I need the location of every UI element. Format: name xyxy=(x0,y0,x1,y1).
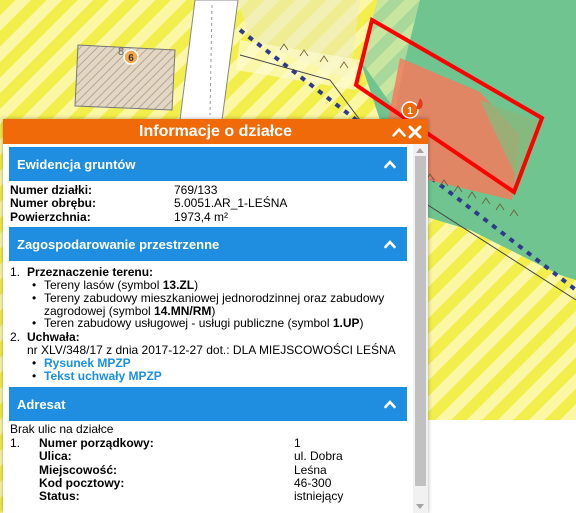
info-row: Numer obrębu: 5.0051.AR_1-LEŚNA xyxy=(10,196,413,211)
chevron-up-icon[interactable] xyxy=(384,159,396,169)
address-row: 1. Numer porządkowy: 1 xyxy=(10,435,413,450)
close-icon[interactable] xyxy=(407,124,422,139)
scrollbar-thumb[interactable] xyxy=(415,156,426,486)
section-adresat-header[interactable]: Adresat xyxy=(9,387,407,422)
row-value: 1973,4 m² xyxy=(174,209,229,224)
address-row: Miejscowość: Leśna xyxy=(10,462,413,477)
marker-1-label: 1 xyxy=(407,106,413,117)
map-marker-1[interactable]: 1 xyxy=(401,101,419,119)
section-ewidencja-header[interactable]: Ewidencja gruntów xyxy=(9,147,407,181)
marker-6-label: 6 xyxy=(128,53,134,64)
row-value: ul. Dobra xyxy=(294,449,343,464)
panel-content: Ewidencja gruntów Numer działki: 769/133… xyxy=(3,144,413,513)
list-number: 1. xyxy=(10,435,21,450)
row-label: Numer obrębu: xyxy=(10,196,97,211)
panel-title: Informacje o działce xyxy=(139,123,292,140)
chevron-up-icon[interactable] xyxy=(384,399,396,409)
address-note: Brak ulic na działce xyxy=(10,422,114,437)
section-zagospodarowanie-header[interactable]: Zagospodarowanie przestrzenne xyxy=(9,227,407,262)
list-item: Teren zabudowy usługowej - usługi public… xyxy=(27,317,413,330)
section-adresat-title: Adresat xyxy=(17,396,66,412)
scroll-up-icon[interactable] xyxy=(416,148,424,153)
row-value: 1 xyxy=(294,435,301,450)
row-value: 5.0051.AR_1-LEŚNA xyxy=(174,196,288,211)
address-row: Status: istniejący xyxy=(10,489,413,504)
row-label: Numer działki: xyxy=(10,183,93,197)
info-row: Powierzchnia: 1973,4 m² xyxy=(10,209,413,224)
row-label: Status: xyxy=(39,489,80,504)
address-row: Kod pocztowy: 46-300 xyxy=(10,476,413,491)
list-number: 2. xyxy=(10,330,21,345)
building-number: 8 xyxy=(118,46,124,58)
chevron-up-icon[interactable] xyxy=(391,124,406,139)
list-number: 1. xyxy=(10,265,21,280)
parcel-info-panel: Informacje o działce Ewidencja gruntów N… xyxy=(3,119,428,513)
resolution-links: Rysunek MPZP Tekst uchwały MPZP xyxy=(10,356,413,383)
chevron-up-icon[interactable] xyxy=(384,239,396,249)
row-value: 46-300 xyxy=(294,476,332,491)
map-marker-6[interactable]: 6 xyxy=(123,49,139,65)
ewidencja-rows: Numer działki: 769/133 Numer obrębu: 5.0… xyxy=(3,181,413,224)
row-label: Numer porządkowy: xyxy=(39,435,154,450)
row-label: Miejscowość: xyxy=(39,462,118,477)
adresat-content: Brak ulic na działce 1. Numer porządkowy… xyxy=(3,421,413,503)
row-label: Ulica: xyxy=(39,449,72,464)
section-ewidencja-title: Ewidencja gruntów xyxy=(17,156,136,172)
row-value: Leśna xyxy=(294,462,327,477)
row-label: Kod pocztowy: xyxy=(39,476,125,491)
item-symbol: 1.UP xyxy=(332,316,360,331)
item-text: Teren zabudowy usługowej - usługi public… xyxy=(44,316,333,331)
list-item: Tekst uchwały MPZP xyxy=(27,369,413,383)
item-text-end: ) xyxy=(359,316,364,331)
list-item: Tereny zabudowy mieszkaniowej jednorodzi… xyxy=(27,291,413,318)
tekst-uchwaly-link[interactable]: Tekst uchwały MPZP xyxy=(44,369,162,383)
section-zagospodarowanie-title: Zagospodarowanie przestrzenne xyxy=(17,236,220,252)
address-row: Ulica: ul. Dobra xyxy=(10,449,413,464)
row-value: istniejący xyxy=(294,489,344,504)
scroll-down-icon[interactable] xyxy=(416,504,424,509)
purpose-list: Tereny lasów (symbol 13.ZL) Tereny zabud… xyxy=(10,279,413,330)
zagospodarowanie-content: 1.Przeznaczenie terenu: Tereny lasów (sy… xyxy=(3,261,413,382)
panel-header[interactable]: Informacje o działce xyxy=(3,119,428,144)
panel-scrollbar[interactable] xyxy=(413,144,428,513)
row-label: Powierzchnia: xyxy=(10,209,91,224)
